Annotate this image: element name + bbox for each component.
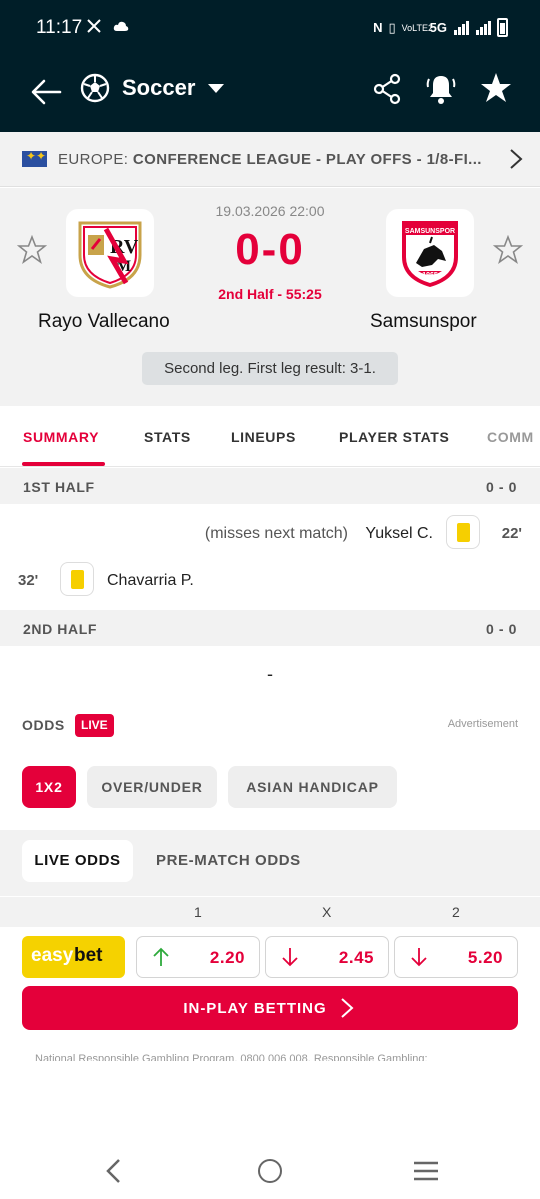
league-name: CONFERENCE LEAGUE - PLAY OFFS - 1/8-FI..… (132, 151, 482, 168)
column-away: 2 (452, 904, 460, 920)
away-team-favorite-star-icon[interactable] (493, 235, 523, 265)
nfc-icon: N (373, 20, 383, 35)
odd-home[interactable]: 2.20 (136, 936, 260, 978)
nav-back-icon[interactable] (104, 1158, 124, 1184)
second-half-header: 2ND HALF 0 - 0 (0, 610, 540, 646)
odd-draw[interactable]: 2.45 (265, 936, 389, 978)
yellow-card-icon (60, 562, 94, 596)
incident-player[interactable]: Chavarria P. (107, 572, 194, 590)
signal-icon-2 (476, 20, 491, 35)
bookmaker-logo-part1: easy (31, 945, 74, 966)
svg-text:SAMSUNSPOR: SAMSUNSPOR (405, 228, 455, 235)
system-icons: N ▯ VoLTE2 5G (373, 18, 508, 37)
europe-flag-stars: ✦✦ (26, 149, 47, 163)
share-icon[interactable] (372, 72, 402, 106)
odds-type-tabs: LIVE ODDS PRE-MATCH ODDS (0, 830, 540, 896)
league-country: EUROPE: (58, 151, 129, 168)
tab-stats[interactable]: STATS (144, 429, 191, 445)
bookmaker-logo[interactable]: easy bet (22, 936, 125, 978)
back-arrow-icon[interactable] (26, 72, 66, 112)
live-badge: LIVE (75, 714, 114, 737)
sport-dropdown-icon[interactable] (208, 84, 224, 93)
odds-filter-bar: 1X2 OVER/UNDER ASIAN HANDICAP (0, 744, 540, 830)
tab-commentary[interactable]: COMM (487, 429, 534, 445)
filter-asian-handicap[interactable]: ASIAN HANDICAP (228, 766, 397, 808)
nav-home-icon[interactable] (258, 1159, 282, 1183)
tab-player-stats[interactable]: PLAYER STATS (339, 429, 449, 445)
chevron-right-icon (510, 149, 523, 169)
samsunspor-crest-icon: SAMSUNSPOR 1965 (402, 221, 458, 287)
battery-icon (497, 18, 508, 37)
sport-title[interactable]: Soccer (122, 75, 195, 101)
tab-live-odds[interactable]: LIVE ODDS (22, 840, 133, 882)
odds-column-headers: 1 X 2 (0, 897, 540, 927)
first-half-score: 0 - 0 (485, 479, 517, 495)
gambling-disclaimer: National Responsible Gambling Program. 0… (35, 1053, 428, 1061)
status-bar: 11:17 N ▯ VoLTE2 5G (0, 0, 540, 58)
incident-note: (misses next match) (204, 525, 348, 542)
odd-value: 2.45 (338, 948, 374, 967)
match-info-pill: Second leg. First leg result: 3-1. (142, 352, 398, 385)
odd-value: 5.20 (467, 948, 503, 967)
odds-row: easy bet 2.20 2.45 5.20 (0, 927, 540, 983)
incident-row[interactable]: (misses next match) Yuksel C. 22' (0, 510, 540, 556)
column-draw: X (322, 904, 332, 920)
chevron-right-icon (341, 998, 354, 1018)
bookmaker-logo-part2: bet (74, 945, 103, 966)
incident-row[interactable]: 32' Chavarria P. (0, 557, 540, 603)
vibrate-icon: ▯ (388, 19, 396, 35)
favorite-star-icon[interactable] (480, 71, 512, 105)
odds-header: ODDS LIVE Advertisement (0, 704, 540, 744)
cloud-icon (113, 21, 128, 31)
odds-label: ODDS (22, 717, 65, 733)
tab-pre-match-odds[interactable]: PRE-MATCH ODDS (156, 840, 301, 882)
arrow-down-icon (282, 948, 298, 967)
status-time: 11:17 (36, 17, 83, 38)
odd-value: 2.20 (209, 948, 245, 967)
first-half-header: 1ST HALF 0 - 0 (0, 468, 540, 504)
network-type: 5G (429, 20, 447, 35)
first-half-label: 1ST HALF (23, 479, 95, 495)
league-title: EUROPE: CONFERENCE LEAGUE - PLAY OFFS - … (58, 151, 498, 168)
league-breadcrumb[interactable]: ✦✦ EUROPE: CONFERENCE LEAGUE - PLAY OFFS… (0, 132, 540, 187)
odd-away[interactable]: 5.20 (394, 936, 518, 978)
incident-minute: 32' (18, 572, 39, 589)
active-tab-indicator (22, 462, 105, 466)
in-play-betting-label: IN-PLAY BETTING (183, 1000, 327, 1017)
svg-text:1965: 1965 (422, 272, 438, 279)
advertisement-label: Advertisement (447, 718, 518, 730)
tab-lineups[interactable]: LINEUPS (231, 429, 296, 445)
notification-bell-icon[interactable] (424, 71, 458, 107)
column-home: 1 (194, 904, 202, 920)
notification-icons (86, 17, 129, 37)
home-team-name[interactable]: Rayo Vallecano (38, 311, 170, 333)
arrow-down-icon (411, 948, 427, 967)
incident-player[interactable]: Yuksel C. (365, 525, 433, 543)
signal-icon (454, 20, 469, 35)
no-incidents-placeholder: - (267, 664, 273, 684)
system-navigation-bar (0, 1140, 540, 1199)
filter-over-under[interactable]: OVER/UNDER (87, 766, 217, 808)
second-half-label: 2ND HALF (23, 621, 98, 637)
volte-icon: VoLTE2 (401, 22, 434, 33)
second-half-empty: - (0, 652, 540, 702)
arrow-up-icon (153, 947, 169, 966)
away-team-name[interactable]: Samsunspor (370, 311, 477, 333)
in-play-betting-button[interactable]: IN-PLAY BETTING (22, 986, 518, 1030)
filter-1x2[interactable]: 1X2 (22, 766, 76, 808)
tab-summary[interactable]: SUMMARY (23, 429, 99, 445)
app-bar: Soccer (0, 58, 540, 132)
soccer-ball-icon (80, 73, 110, 103)
away-team-logo[interactable]: SAMSUNSPOR 1965 (386, 209, 474, 297)
x-logo-icon (87, 19, 101, 33)
match-tabs: SUMMARY STATS LINEUPS PLAYER STATS COMM (0, 407, 540, 467)
yellow-card-icon (446, 515, 480, 549)
match-header: RV M Rayo Vallecano 19.03.2026 22:00 0-0… (0, 188, 540, 406)
nav-recents-icon[interactable] (413, 1161, 439, 1181)
incident-minute: 22' (501, 525, 522, 542)
second-half-score: 0 - 0 (485, 621, 517, 637)
